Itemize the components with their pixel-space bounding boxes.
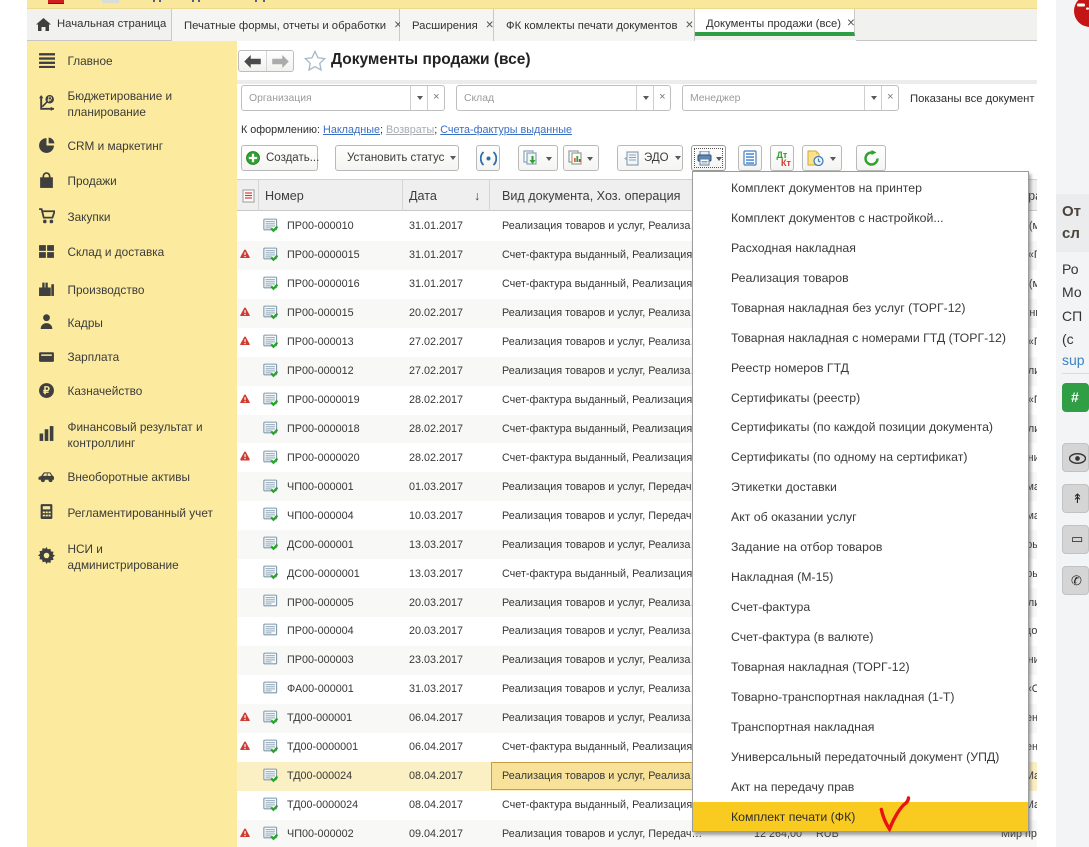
svg-text:₽: ₽ [47,95,52,104]
svg-text:₽: ₽ [43,385,50,397]
